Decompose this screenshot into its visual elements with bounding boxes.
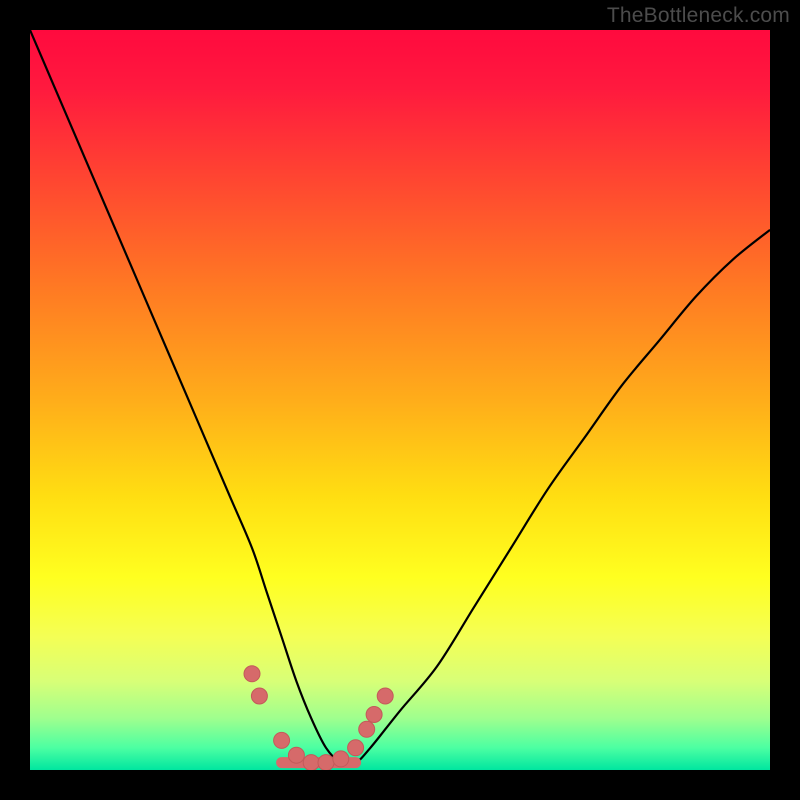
marker-dot: [274, 732, 290, 748]
bottleneck-curve: [30, 30, 770, 764]
marker-dot: [251, 688, 267, 704]
marker-dot: [359, 721, 375, 737]
marker-dot: [288, 747, 304, 763]
marker-dot: [318, 755, 334, 770]
plot-area: [30, 30, 770, 770]
chart-stage: TheBottleneck.com: [0, 0, 800, 800]
marker-dot: [333, 751, 349, 767]
marker-dot: [377, 688, 393, 704]
marker-dot: [348, 740, 364, 756]
marker-dot: [366, 707, 382, 723]
curve-layer: [30, 30, 770, 770]
marker-dot: [303, 755, 319, 770]
marker-dot: [244, 666, 260, 682]
curve-markers: [244, 666, 393, 770]
watermark-text: TheBottleneck.com: [607, 4, 790, 28]
